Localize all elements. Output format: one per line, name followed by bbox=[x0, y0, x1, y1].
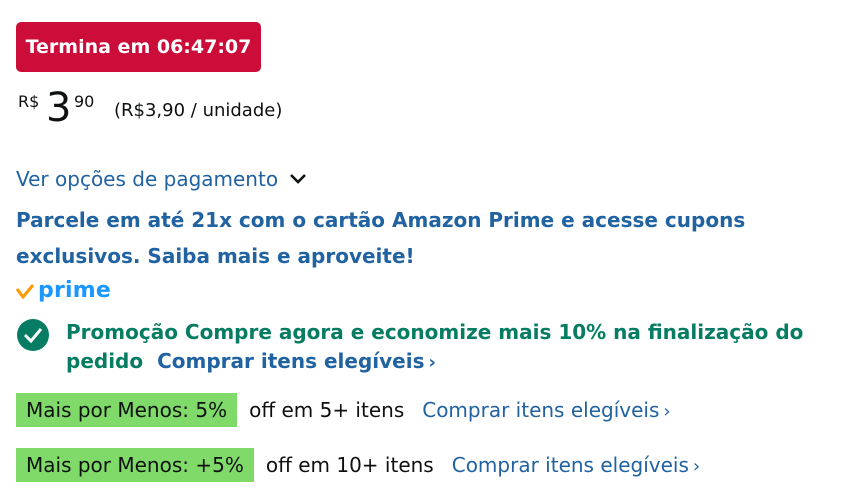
prime-logo: prime bbox=[14, 276, 111, 304]
mais-por-menos-row: Mais por Menos: 5% off em 5+ itens Compr… bbox=[16, 393, 671, 427]
coupon-promo: Promoção Compre agora e economize mais 1… bbox=[16, 318, 816, 377]
mais-por-menos-link-label: Comprar itens elegíveis bbox=[422, 398, 660, 422]
chevron-right-icon: › bbox=[428, 352, 436, 373]
unit-price: (R$3,90 / unidade) bbox=[114, 100, 283, 121]
mais-por-menos-badge: Mais por Menos: +5% bbox=[16, 448, 254, 482]
prime-card-promo-text: Parcele em até 21x com o cartão Amazon P… bbox=[16, 208, 746, 268]
prime-card-promo-link[interactable]: Parcele em até 21x com o cartão Amazon P… bbox=[16, 202, 806, 274]
chevron-down-icon bbox=[290, 174, 306, 184]
coupon-eligible-label: Comprar itens elegíveis bbox=[157, 349, 425, 373]
price-fraction: 90 bbox=[74, 92, 95, 111]
price-block: R$ 3 90 (R$3,90 / unidade) bbox=[16, 85, 616, 132]
mais-por-menos-desc: off em 5+ itens bbox=[249, 398, 405, 422]
payment-options-label: Ver opções de pagamento bbox=[16, 167, 279, 191]
deal-countdown-badge: Termina em 06:47:07 bbox=[16, 22, 261, 72]
price-currency: R$ bbox=[18, 92, 40, 111]
mais-por-menos-eligible-link[interactable]: Comprar itens elegíveis › bbox=[422, 398, 670, 422]
mais-por-menos-row: Mais por Menos: +5% off em 10+ itens Com… bbox=[16, 448, 700, 482]
mais-por-menos-desc: off em 10+ itens bbox=[265, 453, 434, 477]
coupon-eligible-link[interactable]: Comprar itens elegíveis › bbox=[157, 349, 436, 373]
chevron-right-icon: › bbox=[692, 456, 701, 477]
mais-por-menos-link-label: Comprar itens elegíveis bbox=[451, 453, 689, 477]
chevron-right-icon: › bbox=[663, 401, 671, 422]
payment-options-link[interactable]: Ver opções de pagamento bbox=[16, 167, 308, 191]
mais-por-menos-eligible-link[interactable]: Comprar itens elegíveis › bbox=[452, 453, 700, 477]
check-circle-icon bbox=[17, 319, 49, 351]
coupon-text-block: Promoção Compre agora e economize mais 1… bbox=[66, 318, 816, 377]
deal-countdown-text: Termina em 06:47:07 bbox=[25, 36, 252, 58]
price-whole: 3 bbox=[46, 85, 72, 131]
prime-check-icon bbox=[15, 284, 35, 300]
prime-logo-text: prime bbox=[38, 277, 111, 303]
mais-por-menos-badge: Mais por Menos: 5% bbox=[16, 393, 238, 427]
